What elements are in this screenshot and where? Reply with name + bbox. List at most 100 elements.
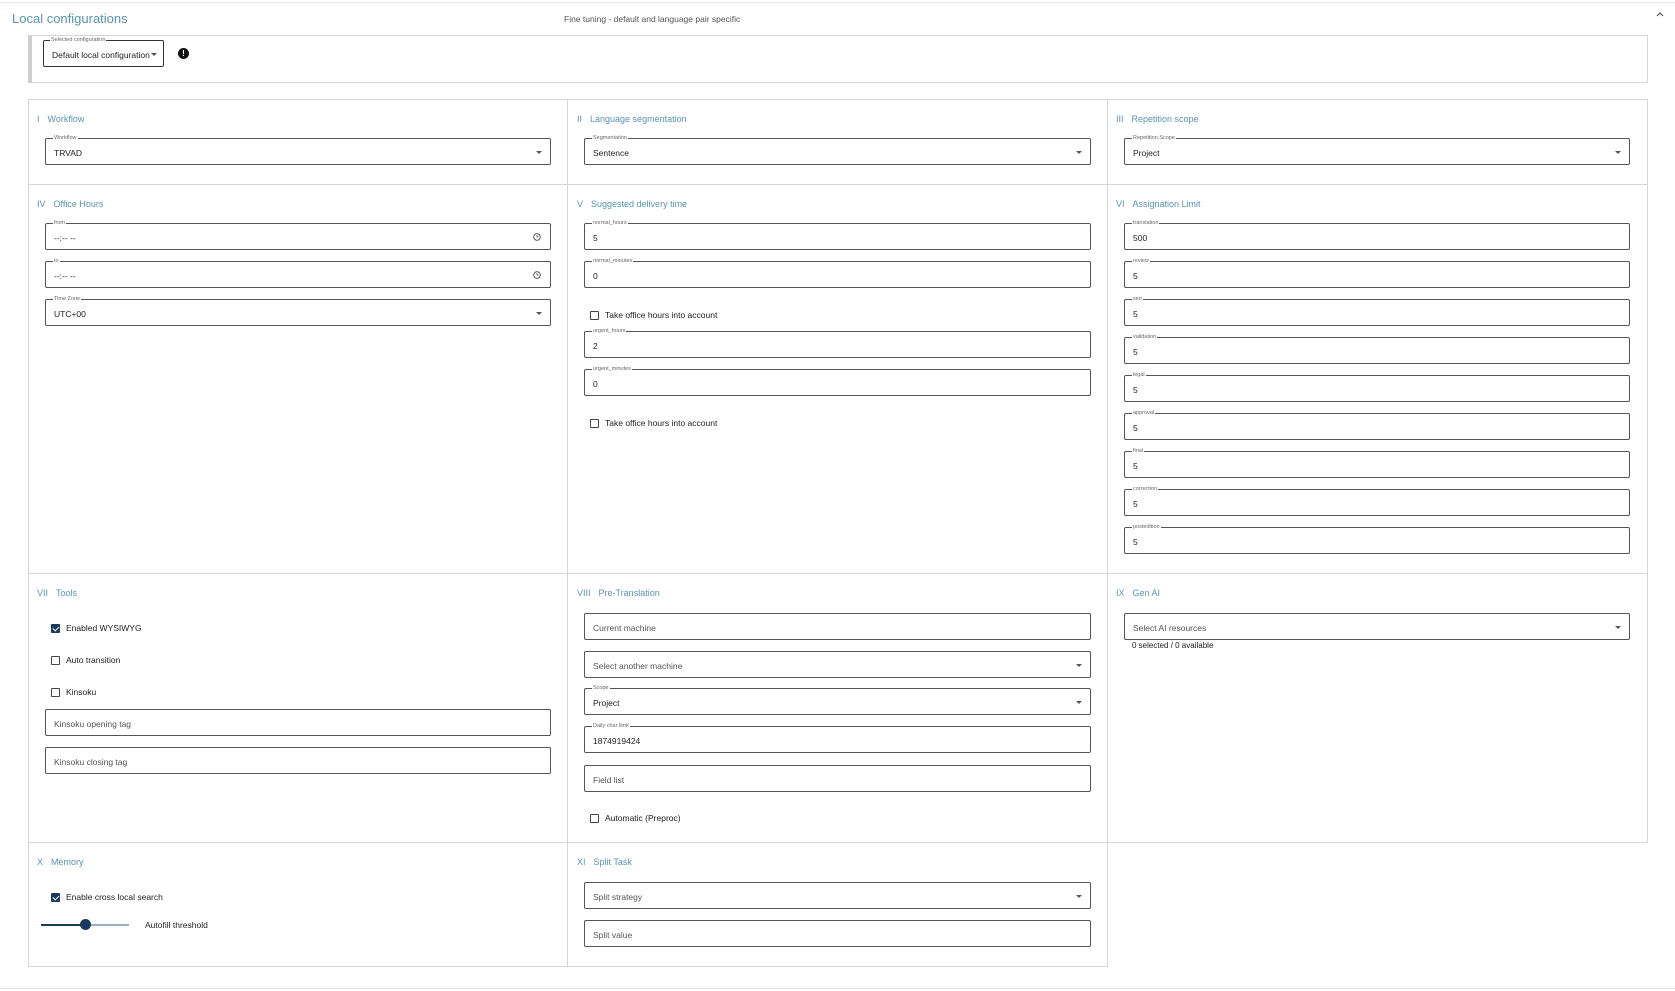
limit-review-input[interactable]: review 5 [1124, 257, 1630, 288]
field-value: UTC+00 [54, 309, 86, 319]
field-value: 0 [593, 271, 598, 281]
field-value: --:-- -- [54, 233, 76, 243]
checkbox-checked-icon [51, 892, 60, 902]
section-title-split: XI Split Task [577, 857, 632, 867]
field-label: Selected configuration [50, 36, 107, 44]
field-label: review [1132, 257, 1150, 265]
ai-resources-select[interactable]: Select AI resources [1124, 613, 1630, 640]
segmentation-select[interactable]: Segmentation Sentence [584, 134, 1091, 165]
selected-configuration-select[interactable]: Selected configuration Default local con… [43, 36, 164, 67]
field-value: Project [593, 698, 620, 708]
ai-resources-helper: 0 selected / 0 available [1132, 641, 1214, 650]
field-label: final [1132, 447, 1145, 455]
workflow-select[interactable]: Workflow TRVAD [45, 134, 551, 165]
field-placeholder: Select another machine [593, 661, 683, 671]
limit-validation-input[interactable]: validation 5 [1124, 333, 1630, 364]
enabled-wysiwyg-checkbox[interactable]: Enabled WYSIWYG [51, 622, 142, 634]
page-title: Local configurations [12, 11, 128, 26]
caret-down-icon [1615, 626, 1621, 629]
section-title-delivery: V Suggested delivery time [577, 199, 688, 209]
split-strategy-select[interactable]: Split strategy [584, 882, 1091, 909]
field-value: 2 [593, 341, 598, 351]
checkbox-icon [590, 418, 599, 428]
section-title-repetition: III Repetition scope [1116, 114, 1199, 124]
clock-icon[interactable] [533, 271, 541, 279]
field-value: 5 [593, 233, 598, 243]
urgent-hours-input[interactable]: urgent_hours 2 [584, 327, 1091, 358]
another-machine-select[interactable]: Select another machine [584, 651, 1091, 678]
field-value: 1874919424 [593, 736, 641, 746]
limit-correction-input[interactable]: correction 5 [1124, 485, 1630, 516]
kinsoku-opening-tag-input[interactable]: Kinsoku opening tag [45, 709, 551, 736]
field-label: approval [1132, 409, 1156, 417]
field-label: urgent_hours [592, 327, 627, 335]
checkbox-icon [590, 813, 599, 823]
top-divider [0, 2, 1675, 3]
caret-down-icon [1076, 664, 1082, 667]
field-label: validation [1132, 333, 1158, 341]
checkbox-icon [590, 310, 599, 320]
autofill-slider-thumb[interactable] [79, 919, 91, 930]
limit-translation-input[interactable]: translation 500 [1124, 219, 1630, 250]
info-icon[interactable]: ! [178, 48, 189, 59]
automatic-preproc-checkbox[interactable]: Automatic (Preproc) [590, 812, 681, 824]
clock-icon[interactable] [533, 233, 541, 241]
caret-down-icon [1076, 701, 1082, 704]
caret-down-icon [1615, 151, 1621, 154]
field-label: Repetition Scope [1132, 134, 1176, 142]
split-value-input[interactable]: Split value [584, 920, 1091, 947]
caret-down-icon [1076, 895, 1082, 898]
field-label: Workflow [53, 134, 78, 142]
field-value: TRVAD [54, 148, 83, 158]
autofill-slider-fill [41, 924, 85, 926]
field-label: Time Zone [53, 295, 82, 303]
kinsoku-closing-tag-input[interactable]: Kinsoku closing tag [45, 747, 551, 774]
field-label: normal_hours [592, 219, 628, 227]
field-value: Project [1133, 148, 1160, 158]
autofill-threshold-label: Autofill threshold [145, 920, 208, 930]
normal-minutes-input[interactable]: normal_minutes 0 [584, 257, 1091, 288]
repetition-scope-select[interactable]: Repetition Scope Project [1124, 134, 1630, 165]
normal-office-hours-checkbox[interactable]: Take office hours into account [590, 309, 717, 321]
scope-select[interactable]: Scope Project [584, 684, 1091, 715]
section-title-office-hours: IV Office Hours [37, 199, 104, 209]
section-title-pretranslation: VIII Pre-Translation [577, 588, 660, 598]
field-label: legal [1132, 371, 1146, 379]
field-value: 5 [1133, 271, 1138, 281]
field-value: 5 [1133, 309, 1138, 319]
urgent-minutes-input[interactable]: urgent_minutes 0 [584, 365, 1091, 396]
field-label: normal_minutes [592, 257, 634, 265]
cross-local-search-checkbox[interactable]: Enable cross local search [51, 891, 163, 903]
chevron-up-icon[interactable] [1655, 10, 1665, 20]
field-placeholder: Select AI resources [1133, 623, 1207, 633]
field-placeholder: Split strategy [593, 892, 643, 902]
time-zone-select[interactable]: Time Zone UTC+00 [45, 295, 551, 326]
field-placeholder: Field list [593, 775, 625, 785]
limit-final-input[interactable]: final 5 [1124, 447, 1630, 478]
field-value: 500 [1133, 233, 1148, 243]
kinsoku-checkbox[interactable]: Kinsoku [51, 686, 96, 698]
section-title-tools: VII Tools [37, 588, 78, 598]
urgent-office-hours-checkbox[interactable]: Take office hours into account [590, 417, 717, 429]
checkbox-checked-icon [51, 623, 60, 633]
field-value: 0 [593, 379, 598, 389]
field-value: 5 [1133, 499, 1138, 509]
section-title-workflow: I Workflow [37, 114, 85, 124]
checkbox-icon [51, 655, 60, 665]
current-machine-input[interactable]: Current machine [584, 613, 1091, 640]
normal-hours-input[interactable]: normal_hours 5 [584, 219, 1091, 250]
daily-char-limit-input[interactable]: Daily char limit 1874919424 [584, 722, 1091, 753]
checkbox-icon [51, 687, 60, 697]
limit-postedition-input[interactable]: postedition 5 [1124, 523, 1630, 554]
office-hours-from-input[interactable]: from --:-- -- [45, 219, 551, 250]
selected-configuration-panel [28, 35, 1648, 83]
field-label: Daily char limit [592, 722, 630, 730]
office-hours-to-input[interactable]: to --:-- -- [45, 257, 551, 288]
limit-approval-input[interactable]: approval 5 [1124, 409, 1630, 440]
field-list-input[interactable]: Field list [584, 765, 1091, 792]
limit-legal-input[interactable]: legal 5 [1124, 371, 1630, 402]
field-value: 5 [1133, 347, 1138, 357]
auto-transition-checkbox[interactable]: Auto transition [51, 654, 120, 666]
limit-seo-input[interactable]: seo 5 [1124, 295, 1630, 326]
field-value: 5 [1133, 537, 1138, 547]
